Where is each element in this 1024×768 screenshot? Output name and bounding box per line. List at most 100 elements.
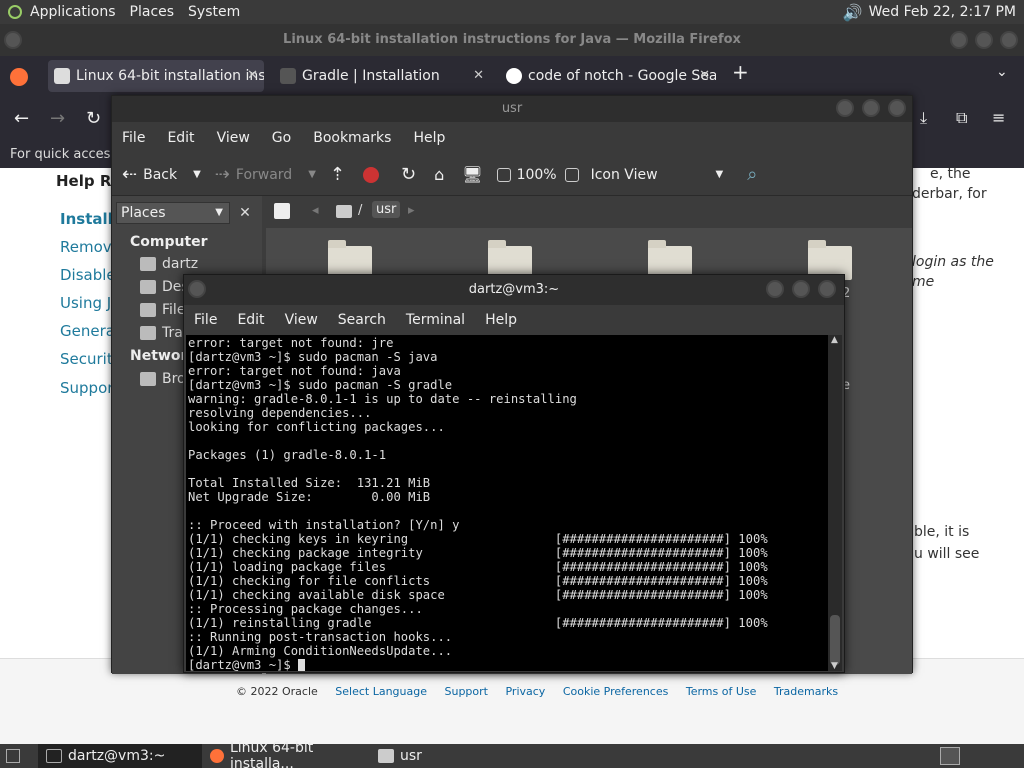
menu-go[interactable]: Go: [272, 130, 291, 146]
menu-edit[interactable]: Edit: [237, 312, 264, 328]
forward-button[interactable]: ⇢ Forward ▼: [215, 164, 316, 185]
edit-location-icon[interactable]: [274, 203, 290, 219]
tab-bar: Linux 64-bit installation inst ✕ Gradle …: [0, 56, 1024, 96]
minimize-button[interactable]: [836, 99, 854, 117]
show-desktop-icon[interactable]: [6, 749, 20, 763]
file-manager-titlebar[interactable]: usr: [112, 96, 912, 122]
chevron-left-icon[interactable]: ◂: [312, 203, 319, 218]
close-button[interactable]: [818, 280, 836, 298]
window-menu-button[interactable]: [188, 280, 206, 298]
view-mode-select[interactable]: Icon View: [591, 167, 658, 183]
footer-link-language[interactable]: Select Language: [335, 685, 427, 698]
sidebar-item-home[interactable]: dartz: [140, 256, 198, 272]
minimize-button[interactable]: [950, 31, 968, 49]
close-tab-icon[interactable]: ✕: [473, 60, 484, 92]
extensions-icon[interactable]: ⧉: [956, 108, 967, 128]
reload-icon[interactable]: ↻: [86, 108, 101, 129]
search-icon[interactable]: ⌕: [747, 164, 757, 185]
footer-link-trademarks[interactable]: Trademarks: [774, 685, 838, 698]
terminal-output[interactable]: error: target not found: jre [dartz@vm3 ~…: [186, 335, 828, 671]
gradle-favicon-icon: [280, 68, 296, 84]
taskbar-item-firefox[interactable]: Linux 64-bit installa...: [202, 740, 370, 768]
back-button[interactable]: ⇠ Back ▼: [122, 164, 201, 185]
back-arrow-icon[interactable]: ←: [14, 108, 29, 129]
window-title: dartz@vm3:~: [468, 282, 560, 297]
menu-view[interactable]: View: [217, 130, 250, 146]
chevron-down-icon[interactable]: ▼: [193, 169, 201, 180]
drive-icon[interactable]: [336, 205, 352, 218]
home-icon[interactable]: ⌂: [434, 165, 444, 184]
window-title: usr: [501, 101, 523, 116]
downloads-icon[interactable]: ⤓: [920, 108, 927, 128]
menu-file[interactable]: File: [194, 312, 217, 328]
window-menu-button[interactable]: [4, 31, 22, 49]
maximize-button[interactable]: [862, 99, 880, 117]
clock[interactable]: Wed Feb 22, 2:17 PM: [869, 4, 1016, 20]
close-button[interactable]: [1000, 31, 1018, 49]
taskbar-item-terminal[interactable]: dartz@vm3:~: [38, 744, 202, 768]
sidebar-item-browse-network[interactable]: Bro: [140, 371, 186, 387]
bottom-panel: dartz@vm3:~ Linux 64-bit installa... usr: [0, 740, 1024, 768]
chevron-down-icon[interactable]: ▼: [308, 169, 316, 180]
terminal-line: (1/1) checking keys in keyring [########…: [188, 532, 768, 546]
applications-menu[interactable]: Applications: [30, 4, 116, 20]
maximize-button[interactable]: [975, 31, 993, 49]
new-tab-button[interactable]: +: [732, 60, 749, 84]
menu-terminal[interactable]: Terminal: [406, 312, 465, 328]
close-tab-icon[interactable]: ✕: [247, 60, 258, 92]
stop-icon[interactable]: [363, 166, 379, 183]
forward-arrow-icon[interactable]: →: [50, 108, 65, 129]
chevron-down-icon[interactable]: ▼: [716, 169, 724, 180]
footer-link-terms[interactable]: Terms of Use: [686, 685, 757, 698]
sidebar-item-trash[interactable]: Tra: [140, 325, 183, 341]
computer-icon[interactable]: 🖥: [462, 165, 482, 184]
menu-view[interactable]: View: [285, 312, 318, 328]
chevron-right-icon[interactable]: ▸: [408, 203, 415, 218]
zoom-out-icon[interactable]: [496, 167, 511, 182]
list-tabs-icon[interactable]: ⌄: [996, 64, 1008, 80]
terminal-scrollbar[interactable]: ▲ ▼: [828, 335, 842, 671]
app-menu-icon[interactable]: ≡: [992, 108, 1005, 127]
close-tab-icon[interactable]: ✕: [699, 60, 710, 92]
scroll-down-icon[interactable]: ▼: [831, 661, 838, 671]
tab-gradle[interactable]: Gradle | Installation ✕: [274, 60, 490, 92]
minimize-button[interactable]: [766, 280, 784, 298]
terminal-line: (1/1) checking package integrity [######…: [188, 546, 768, 560]
firefox-icon[interactable]: [10, 68, 28, 86]
close-button[interactable]: [888, 99, 906, 117]
up-arrow-icon[interactable]: ⇡: [330, 164, 345, 185]
menu-bookmarks[interactable]: Bookmarks: [313, 130, 391, 146]
sidebar-item-filesystem[interactable]: File: [140, 302, 185, 318]
distro-logo-icon[interactable]: [8, 5, 22, 19]
places-menu[interactable]: Places: [130, 4, 175, 20]
sidebar-link-install[interactable]: Installi: [60, 210, 118, 228]
workspace-switcher-icon[interactable]: [940, 747, 960, 765]
tab-google[interactable]: code of notch - Google Sear ✕: [500, 60, 716, 92]
menu-file[interactable]: File: [122, 130, 145, 146]
terminal-titlebar[interactable]: dartz@vm3:~: [184, 275, 844, 305]
firefox-titlebar[interactable]: Linux 64-bit installation instructions f…: [0, 24, 1024, 56]
volume-icon[interactable]: 🔊: [843, 3, 863, 22]
menu-help[interactable]: Help: [413, 130, 445, 146]
path-button-usr[interactable]: usr: [372, 201, 401, 218]
footer-link-privacy[interactable]: Privacy: [505, 685, 545, 698]
sidebar-heading-computer: Computer: [130, 234, 208, 250]
sidebar-link-disable[interactable]: Disable: [60, 266, 116, 284]
scrollbar-thumb[interactable]: [830, 615, 840, 665]
sidebar-item-desktop[interactable]: Des: [140, 279, 189, 295]
menu-edit[interactable]: Edit: [167, 130, 194, 146]
zoom-in-icon[interactable]: [564, 167, 579, 182]
system-menu[interactable]: System: [188, 4, 240, 20]
footer-link-support[interactable]: Support: [445, 685, 488, 698]
close-sidebar-icon[interactable]: ✕: [234, 202, 256, 224]
footer-link-cookies[interactable]: Cookie Preferences: [563, 685, 669, 698]
menu-search[interactable]: Search: [338, 312, 386, 328]
tab-java-install[interactable]: Linux 64-bit installation inst ✕: [48, 60, 264, 92]
footer-copyright: © 2022 Oracle: [236, 685, 318, 698]
reload-icon[interactable]: ↻: [401, 164, 416, 185]
scroll-up-icon[interactable]: ▲: [831, 335, 838, 345]
maximize-button[interactable]: [792, 280, 810, 298]
taskbar-item-file-manager[interactable]: usr: [370, 744, 450, 768]
menu-help[interactable]: Help: [485, 312, 517, 328]
places-dropdown[interactable]: Places ▼: [116, 202, 230, 224]
